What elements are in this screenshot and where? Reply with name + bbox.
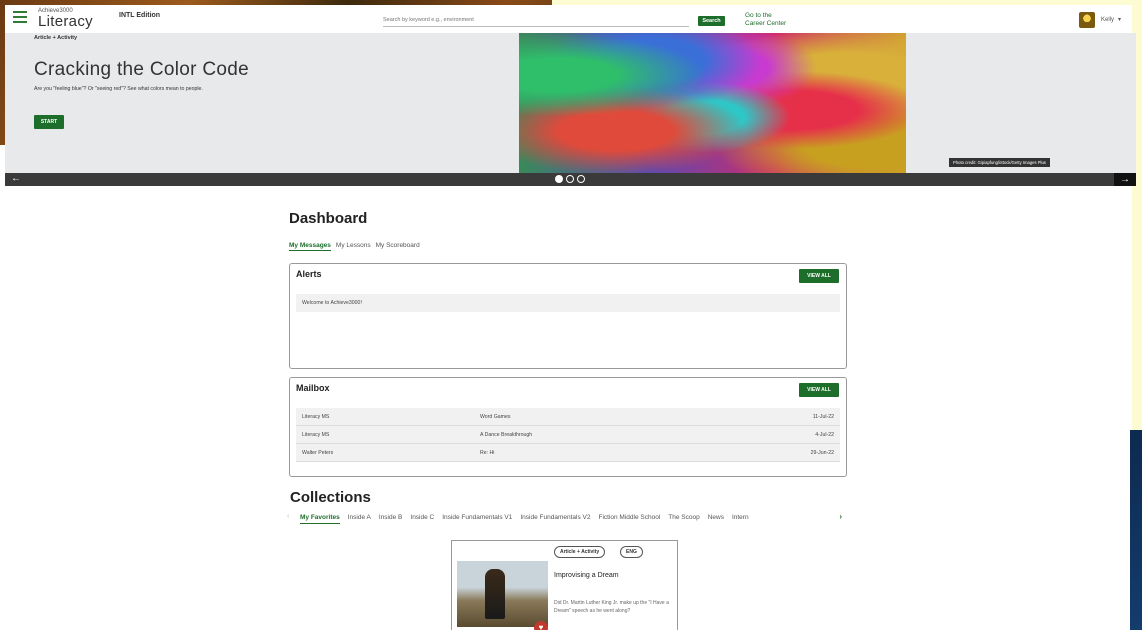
hero-kicker: Article + Activity (34, 35, 78, 41)
collections-tab-list: My Favorites Inside A Inside B Inside C … (300, 514, 824, 524)
app-logo[interactable]: Achieve3000 Literacy (38, 8, 93, 29)
user-name[interactable]: Kelly (1101, 17, 1114, 23)
tab-my-lessons[interactable]: My Lessons (336, 242, 371, 251)
arrow-right-icon[interactable]: → (1114, 173, 1136, 186)
search-input[interactable] (383, 14, 689, 27)
top-header: Achieve3000 Literacy INTL Edition Search… (5, 5, 1132, 33)
carousel-dot[interactable] (577, 175, 585, 183)
tag-language: ENG (620, 546, 643, 558)
mail-subject: Re: Hi (480, 450, 495, 456)
arrow-left-icon[interactable]: ← (11, 173, 21, 184)
table-row[interactable]: Walter Peters Re: Hi 29-Jun-22 (296, 444, 840, 462)
tab-intern[interactable]: Intern (732, 514, 749, 524)
mail-date: 11-Jul-22 (812, 414, 834, 420)
mail-subject: Word Games (480, 414, 511, 420)
article-description: Did Dr. Martin Luther King Jr. make up t… (554, 600, 669, 614)
start-button[interactable]: START (34, 115, 64, 129)
tag-article-activity: Article + Activity (554, 546, 606, 558)
table-row[interactable]: Literacy MS Word Games 11-Jul-22 (296, 408, 840, 426)
tab-inside-b[interactable]: Inside B (379, 514, 403, 524)
thumbnail-figure (485, 569, 505, 619)
career-center-link[interactable]: Go to the Career Center (745, 12, 786, 28)
desktop-wallpaper-corner (1130, 430, 1142, 630)
tab-news[interactable]: News (708, 514, 724, 524)
hero-image (519, 33, 906, 173)
mail-date: 4-Jul-22 (815, 432, 834, 438)
dashboard-tabs: My Messages My Lessons My Scoreboard (289, 242, 420, 251)
mail-from: Walter Peters (302, 450, 334, 456)
hero-description: Are you "feeling blue"? Or "seeing red"?… (34, 86, 203, 92)
article-title[interactable]: Improvising a Dream (554, 572, 619, 579)
mailbox-title: Mailbox (296, 383, 330, 393)
mail-subject: A Dance Breakthrough (480, 432, 533, 438)
hamburger-menu-icon[interactable] (13, 11, 27, 23)
hero-title: Cracking the Color Code (34, 59, 249, 80)
tab-inside-fundamentals-v1[interactable]: Inside Fundamentals V1 (442, 514, 512, 524)
tab-fiction-middle-school[interactable]: Fiction Middle School (598, 514, 660, 524)
tab-inside-c[interactable]: Inside C (410, 514, 434, 524)
article-card[interactable]: Article + Activity ENG ♥ Improvising a D… (451, 540, 678, 630)
tab-inside-fundamentals-v2[interactable]: Inside Fundamentals V2 (520, 514, 590, 524)
carousel-dot[interactable] (555, 175, 563, 183)
mail-from: Literacy MS (302, 414, 330, 420)
carousel-controls: ← → (5, 173, 1136, 186)
mailbox-view-all-button[interactable]: VIEW ALL (799, 383, 839, 397)
tab-my-messages[interactable]: My Messages (289, 242, 331, 251)
tab-my-favorites[interactable]: My Favorites (300, 514, 340, 524)
table-row[interactable]: Literacy MS A Dance Breakthrough 4-Jul-2… (296, 426, 840, 444)
mail-date: 29-Jun-22 (810, 450, 834, 456)
heart-icon[interactable]: ♥ (534, 621, 548, 630)
dashboard-title: Dashboard (289, 210, 368, 227)
mailbox-panel: Mailbox VIEW ALL Literacy MS Word Games … (289, 377, 847, 477)
tab-inside-a[interactable]: Inside A (348, 514, 371, 524)
photo-credit: Photo credit: Gipiapfung/iStock/Getty Im… (949, 158, 1050, 167)
avatar[interactable] (1079, 12, 1095, 28)
logo-product: Literacy (38, 13, 93, 30)
alert-item[interactable]: Welcome to Achieve3000! (296, 294, 840, 312)
tab-my-scoreboard[interactable]: My Scoreboard (376, 242, 420, 251)
article-thumbnail[interactable]: ♥ (457, 561, 548, 630)
mail-from: Literacy MS (302, 432, 330, 438)
search-button[interactable]: Search (698, 16, 725, 26)
collections-title: Collections (290, 489, 371, 506)
carousel-dot[interactable] (566, 175, 574, 183)
career-link-line1: Go to the (745, 12, 772, 19)
chevron-right-icon[interactable]: › (839, 513, 842, 521)
hero-carousel: Article + Activity Cracking the Color Co… (5, 33, 1136, 173)
collections-tabs: ‹ My Favorites Inside A Inside B Inside … (287, 513, 842, 527)
chevron-left-icon[interactable]: ‹ (287, 513, 289, 520)
tab-the-scoop[interactable]: The Scoop (668, 514, 699, 524)
alerts-title: Alerts (296, 269, 322, 279)
edition-label: INTL Edition (119, 12, 161, 19)
alerts-panel: Alerts VIEW ALL Welcome to Achieve3000! (289, 263, 847, 369)
chevron-down-icon[interactable]: ▾ (1118, 16, 1121, 23)
career-link-line2: Career Center (745, 19, 787, 27)
alerts-view-all-button[interactable]: VIEW ALL (799, 269, 839, 283)
